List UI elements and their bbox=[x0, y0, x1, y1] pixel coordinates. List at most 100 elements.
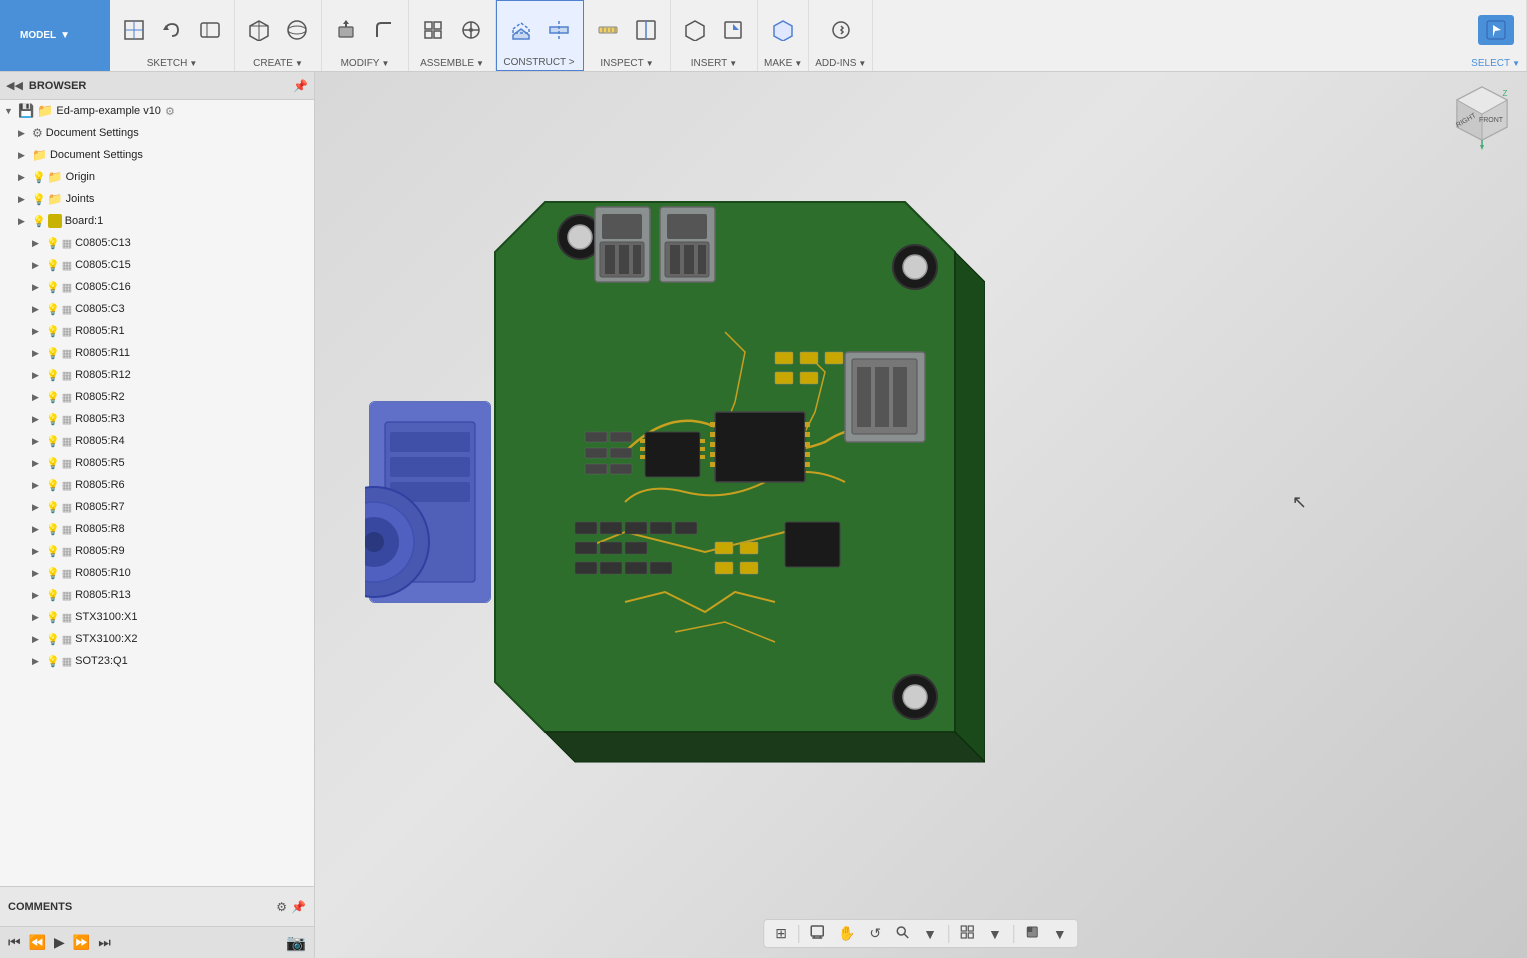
comments-settings-icon[interactable]: ⚙ bbox=[276, 900, 287, 914]
construct-label[interactable]: CONSTRUCT > bbox=[503, 57, 576, 68]
list-item[interactable]: ▶ 💡 ▦ R0805:R6 bbox=[0, 474, 314, 496]
sketch-group: SKETCH▼ bbox=[110, 0, 235, 71]
playback-play-btn[interactable]: ▶ bbox=[54, 934, 65, 951]
playback-start-btn[interactable]: ⏮ bbox=[8, 934, 21, 951]
vp-pan-btn[interactable]: ✋ bbox=[833, 922, 860, 945]
vp-sep2 bbox=[948, 925, 949, 943]
insert-label[interactable]: INSERT▼ bbox=[691, 58, 737, 69]
origin-eye-icon: 💡 bbox=[32, 171, 46, 184]
list-item[interactable]: ▶ 💡 ▦ R0805:R7 bbox=[0, 496, 314, 518]
joints-label: Joints bbox=[66, 193, 95, 205]
root-arrow-icon: ▼ bbox=[4, 106, 18, 116]
camera-icon[interactable]: 📷 bbox=[286, 933, 306, 953]
list-item[interactable]: ▶ 💡 ▦ R0805:R13 bbox=[0, 584, 314, 606]
chip-icon: ▦ bbox=[62, 545, 72, 558]
create-box-btn[interactable] bbox=[241, 15, 277, 45]
make-btn[interactable] bbox=[765, 15, 801, 45]
browser-collapse-btn[interactable]: ◀◀ bbox=[6, 79, 23, 92]
named-views-folder-icon: 📁 bbox=[32, 148, 47, 162]
addins-btn[interactable] bbox=[823, 15, 859, 45]
vp-zoom-btn[interactable] bbox=[890, 922, 914, 945]
create-sphere-btn[interactable] bbox=[279, 15, 315, 45]
list-item[interactable]: ▶ 💡 ▦ C0805:C15 bbox=[0, 254, 314, 276]
midplane-btn[interactable] bbox=[541, 15, 577, 45]
list-item[interactable]: ▶ 💡 ▦ STX3100:X2 bbox=[0, 628, 314, 650]
eye-icon: 💡 bbox=[46, 633, 60, 646]
eye-icon: 💡 bbox=[46, 413, 60, 426]
push-pull-btn[interactable] bbox=[328, 15, 364, 45]
zoom-icon bbox=[895, 925, 909, 939]
inspect-label[interactable]: INSPECT▼ bbox=[600, 58, 653, 69]
vp-visual-dropdown-btn[interactable]: ▼ bbox=[1048, 923, 1072, 945]
origin-item[interactable]: ▶ 💡 📁 Origin bbox=[0, 166, 314, 188]
insert-svg-btn[interactable] bbox=[715, 15, 751, 45]
z-axis-label: Z bbox=[1503, 89, 1508, 98]
make-label[interactable]: MAKE▼ bbox=[764, 58, 802, 69]
tree-root-item[interactable]: ▼ 💾 📁 Ed-amp-example v10 ⚙ bbox=[0, 100, 314, 122]
stop-sketch-btn[interactable] bbox=[154, 15, 190, 45]
create-label[interactable]: CREATE▼ bbox=[253, 58, 303, 69]
select-btn[interactable] bbox=[1478, 15, 1514, 45]
list-item[interactable]: ▶ 💡 ▦ SOT23:Q1 bbox=[0, 650, 314, 672]
list-item[interactable]: ▶ 💡 ▦ R0805:R12 bbox=[0, 364, 314, 386]
pcb-model bbox=[365, 122, 985, 802]
board1-item[interactable]: ▶ 💡 Board:1 bbox=[0, 210, 314, 232]
list-item[interactable]: ▶ 💡 ▦ R0805:R10 bbox=[0, 562, 314, 584]
chip-icon: ▦ bbox=[62, 523, 72, 536]
section-btn[interactable] bbox=[628, 15, 664, 45]
sidebar: ◀◀ BROWSER 📌 ▼ 💾 📁 Ed-amp-example v10 ⚙ … bbox=[0, 72, 315, 958]
joints-eye-icon: 💡 bbox=[32, 193, 46, 206]
new-component-btn[interactable] bbox=[415, 15, 451, 45]
list-item[interactable]: ▶ 💡 ▦ R0805:R11 bbox=[0, 342, 314, 364]
sketch-icon bbox=[123, 19, 145, 41]
root-settings-icon[interactable]: ⚙ bbox=[165, 105, 175, 118]
viewport[interactable]: FRONT RIGHT Z ↖ ⊞ ✋ ↺ ▼ bbox=[315, 72, 1527, 958]
vp-grid-btn[interactable]: ⊞ bbox=[770, 922, 792, 945]
list-item[interactable]: ▶ 💡 ▦ C0805:C16 bbox=[0, 276, 314, 298]
list-item[interactable]: ▶ 💡 ▦ R0805:R9 bbox=[0, 540, 314, 562]
insert-mesh-btn[interactable] bbox=[677, 15, 713, 45]
item-name: Document Settings bbox=[46, 127, 139, 139]
main-toolbar: MODEL ▼ SKETCH▼ bbox=[0, 0, 1527, 72]
sketch-palette-btn[interactable] bbox=[192, 15, 228, 45]
joint-btn[interactable] bbox=[453, 15, 489, 45]
joints-item[interactable]: ▶ 💡 📁 Joints bbox=[0, 188, 314, 210]
playback-end-btn[interactable]: ⏭ bbox=[98, 934, 111, 951]
addins-label[interactable]: ADD-INS▼ bbox=[815, 58, 866, 69]
modify-label[interactable]: MODIFY▼ bbox=[341, 58, 390, 69]
vp-grid-dropdown-btn[interactable]: ▼ bbox=[983, 923, 1007, 945]
browser-pin-btn[interactable]: 📌 bbox=[293, 79, 308, 93]
vp-grid-options-btn[interactable] bbox=[955, 922, 979, 945]
tree-item[interactable]: ▶ ⚙ Document Settings bbox=[0, 122, 314, 144]
vp-visual-btn[interactable] bbox=[1020, 922, 1044, 945]
list-item[interactable]: ▶ 💡 ▦ R0805:R8 bbox=[0, 518, 314, 540]
orientation-cube[interactable]: FRONT RIGHT Z bbox=[1447, 82, 1517, 152]
measure-btn[interactable] bbox=[590, 15, 626, 45]
sketch-label[interactable]: SKETCH▼ bbox=[147, 58, 197, 69]
list-item[interactable]: ▶ 💡 ▦ C0805:C3 bbox=[0, 298, 314, 320]
model-menu[interactable]: MODEL ▼ bbox=[0, 0, 110, 71]
fillet-btn[interactable] bbox=[366, 15, 402, 45]
select-label[interactable]: SELECT▼ bbox=[1471, 58, 1520, 69]
list-item[interactable]: ▶ 💡 ▦ STX3100:X1 bbox=[0, 606, 314, 628]
display-icon bbox=[810, 925, 824, 939]
vp-zoom-dropdown-btn[interactable]: ▼ bbox=[918, 923, 942, 945]
vp-display-btn[interactable] bbox=[805, 922, 829, 945]
list-item[interactable]: ▶ 💡 ▦ R0805:R1 bbox=[0, 320, 314, 342]
list-item[interactable]: ▶ 💡 ▦ R0805:R2 bbox=[0, 386, 314, 408]
list-item[interactable]: ▶ 💡 ▦ R0805:R4 bbox=[0, 430, 314, 452]
named-views-item[interactable]: ▶ 📁 Document Settings bbox=[0, 144, 314, 166]
grid-options-icon bbox=[960, 925, 974, 939]
offset-plane-btn[interactable] bbox=[503, 15, 539, 45]
assemble-label[interactable]: ASSEMBLE▼ bbox=[420, 58, 484, 69]
playback-next-btn[interactable]: ⏩ bbox=[73, 934, 90, 951]
list-item[interactable]: ▶ 💡 ▦ C0805:C13 bbox=[0, 232, 314, 254]
playback-prev-btn[interactable]: ⏪ bbox=[29, 934, 46, 951]
create-sketch-btn[interactable] bbox=[116, 15, 152, 45]
chip-icon: ▦ bbox=[62, 435, 72, 448]
vp-orbit-btn[interactable]: ↺ bbox=[864, 922, 886, 945]
list-item[interactable]: ▶ 💡 ▦ R0805:R5 bbox=[0, 452, 314, 474]
viewport-bottom-toolbar: ⊞ ✋ ↺ ▼ ▼ ▼ bbox=[763, 919, 1078, 948]
comments-pin-icon[interactable]: 📌 bbox=[291, 900, 306, 914]
list-item[interactable]: ▶ 💡 ▦ R0805:R3 bbox=[0, 408, 314, 430]
